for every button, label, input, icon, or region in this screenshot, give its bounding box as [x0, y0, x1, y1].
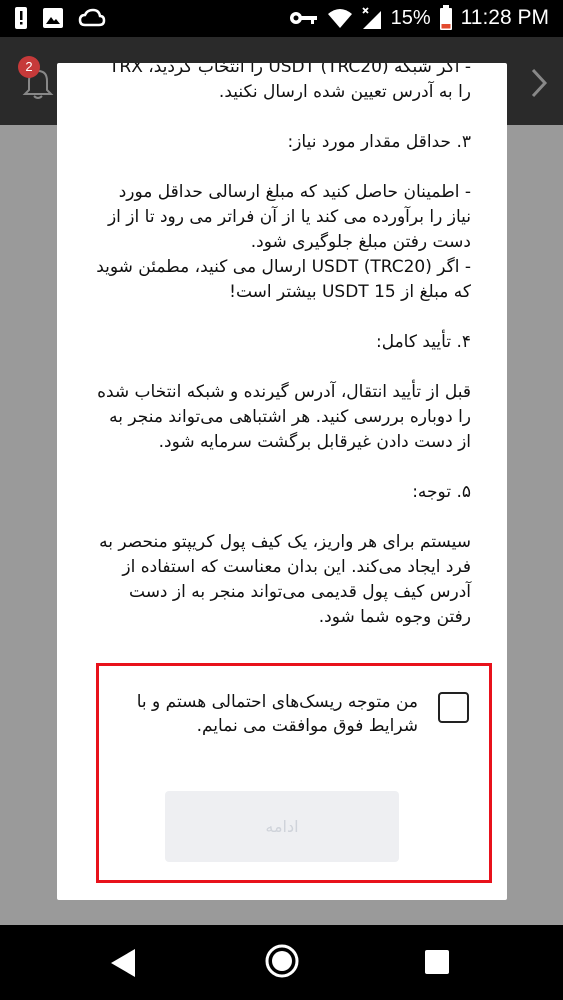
home-icon[interactable] [264, 943, 300, 979]
recents-icon[interactable] [425, 950, 449, 974]
status-bar: 15% 11:28 PM [0, 0, 563, 37]
battery-percent: 15% [390, 6, 431, 29]
key-icon [289, 12, 317, 24]
dialog-paragraph: - اطمینان حاصل کنید که مبلغ ارسالی حداقل… [107, 182, 471, 252]
continue-button[interactable]: ادامه [165, 791, 399, 862]
dialog-paragraph: ۴. تأیید کامل: [375, 332, 471, 352]
alert-icon [15, 7, 27, 29]
dialog-paragraph: ۳. حداقل مقدار مورد نیاز: [287, 132, 471, 152]
notification-badge: 2 [18, 56, 40, 78]
status-time: 11:28 PM [460, 6, 549, 29]
status-bar-right: 15% 11:28 PM [289, 5, 549, 31]
cellular-icon [362, 7, 381, 29]
dialog-paragraph: ۵. توجه: [412, 482, 471, 502]
back-icon[interactable] [109, 947, 137, 979]
dialog-scroll-area[interactable]: - اگر شبکه (USDT (TRC20 را انتخاب کردید،… [57, 63, 507, 661]
dialog-paragraph: سیستم برای هر واریز، یک کیف پول کریپتو م… [99, 532, 471, 627]
cloud-icon [78, 8, 106, 27]
dialog-paragraph: - اگر (USDT (TRC20 ارسال می کنید، مطمئن … [96, 257, 471, 302]
agree-checkbox[interactable] [438, 692, 469, 723]
agree-label: من متوجه ریسک‌های احتمالی هستم و با شرای… [136, 692, 418, 736]
image-icon [43, 8, 63, 28]
battery-icon [439, 5, 452, 30]
dialog-paragraph: - اگر شبکه (USDT (TRC20 را انتخاب کردید،… [109, 63, 471, 102]
status-bar-left [14, 6, 106, 30]
dialog-text: - اگر شبکه (USDT (TRC20 را انتخاب کردید،… [93, 63, 471, 630]
navigation-bar [0, 925, 563, 1000]
dialog-paragraph: قبل از تأیید انتقال، آدرس گیرنده و شبکه … [97, 382, 471, 452]
wifi-icon [327, 9, 352, 28]
chevron-right-icon[interactable] [527, 66, 551, 100]
